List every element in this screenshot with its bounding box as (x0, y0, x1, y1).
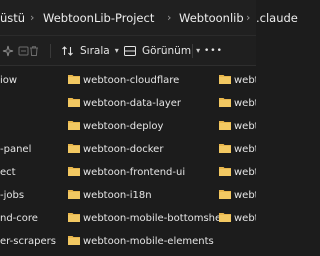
folder-name[interactable]: webtoo (234, 75, 256, 87)
more-options-button[interactable]: ••• (204, 36, 223, 65)
trash-icon (30, 45, 38, 56)
more-icon: ••• (204, 45, 223, 56)
breadcrumb-item[interactable]: Webtoonlib (179, 10, 244, 26)
ai-actions-button[interactable] (2, 36, 14, 65)
folder-name[interactable]: iow (0, 75, 17, 87)
folder-name[interactable]: webtoo (234, 121, 256, 133)
folder-name[interactable]: webtoo (234, 213, 256, 225)
folder-icon (68, 75, 80, 84)
folder-icon (219, 121, 231, 130)
folder-icon (68, 190, 80, 199)
folder-name[interactable]: webtoon-frontend-ui (83, 167, 185, 179)
sparkle-icon (2, 45, 14, 56)
toolbar-divider (50, 44, 51, 58)
folder-icon (68, 213, 80, 222)
sort-icon (62, 45, 73, 56)
folder-name[interactable]: webtoo (234, 144, 256, 156)
breadcrumb-chevron-icon: › (30, 11, 35, 24)
folder-icon (219, 144, 231, 153)
folder-icon (219, 167, 231, 176)
view-button[interactable]: Görünüm ▾ (123, 36, 200, 65)
view-icon (124, 45, 136, 56)
breadcrumb-chevron-icon: › (246, 11, 251, 24)
folder-name[interactable]: webtoon-cloudflare (83, 75, 179, 87)
command-bar: Sırala ▾ Görünüm ▾ ••• (0, 36, 256, 66)
breadcrumb-item[interactable]: .claude (256, 10, 298, 26)
folder-name[interactable]: webtoon-mobile-elements (83, 236, 214, 248)
folder-name[interactable]: webtoon-data-layer (83, 98, 181, 110)
folder-name[interactable]: -panel (0, 144, 31, 156)
folder-name[interactable]: nd-core (0, 213, 38, 225)
folder-name[interactable]: webtoon-i18n (83, 190, 152, 202)
folder-name[interactable]: er-scrapers (0, 236, 56, 248)
folder-icon (219, 75, 231, 84)
folder-name[interactable]: webtoon-deploy (83, 121, 163, 133)
folder-name[interactable]: webtoo (234, 167, 256, 179)
folder-icon (68, 98, 80, 107)
file-list: iow -panel ect -jobs nd-core er-scrapers… (0, 66, 256, 256)
sort-label: Sırala (80, 44, 110, 57)
folder-name[interactable]: webtoon-docker (83, 144, 163, 156)
folder-name[interactable]: webtoon-mobile-bottomsheet (83, 213, 231, 225)
chevron-down-icon: ▾ (114, 46, 119, 55)
folder-icon (68, 144, 80, 153)
folder-name[interactable]: webtoo (234, 190, 256, 202)
breadcrumb-item[interactable]: üstü (0, 10, 25, 26)
folder-icon (68, 121, 80, 130)
folder-icon (219, 213, 231, 222)
breadcrumb-chevron-icon: › (167, 11, 172, 24)
delete-button[interactable] (28, 36, 40, 65)
folder-name[interactable]: webtoo (234, 98, 256, 110)
chevron-down-icon: ▾ (196, 46, 201, 55)
sort-button[interactable]: Sırala ▾ (61, 36, 119, 65)
folder-name[interactable]: ect (0, 167, 16, 179)
folder-name[interactable]: -jobs (0, 190, 24, 202)
folder-icon (68, 236, 80, 245)
breadcrumb-item[interactable]: WebtoonLib-Project (43, 10, 154, 26)
folder-icon (219, 98, 231, 107)
address-bar[interactable]: üstü › WebtoonLib-Project › Webtoonlib ›… (0, 0, 298, 36)
view-label: Görünüm (142, 44, 192, 57)
folder-icon (219, 190, 231, 199)
folder-icon (68, 167, 80, 176)
toolbar-divider (192, 44, 193, 58)
